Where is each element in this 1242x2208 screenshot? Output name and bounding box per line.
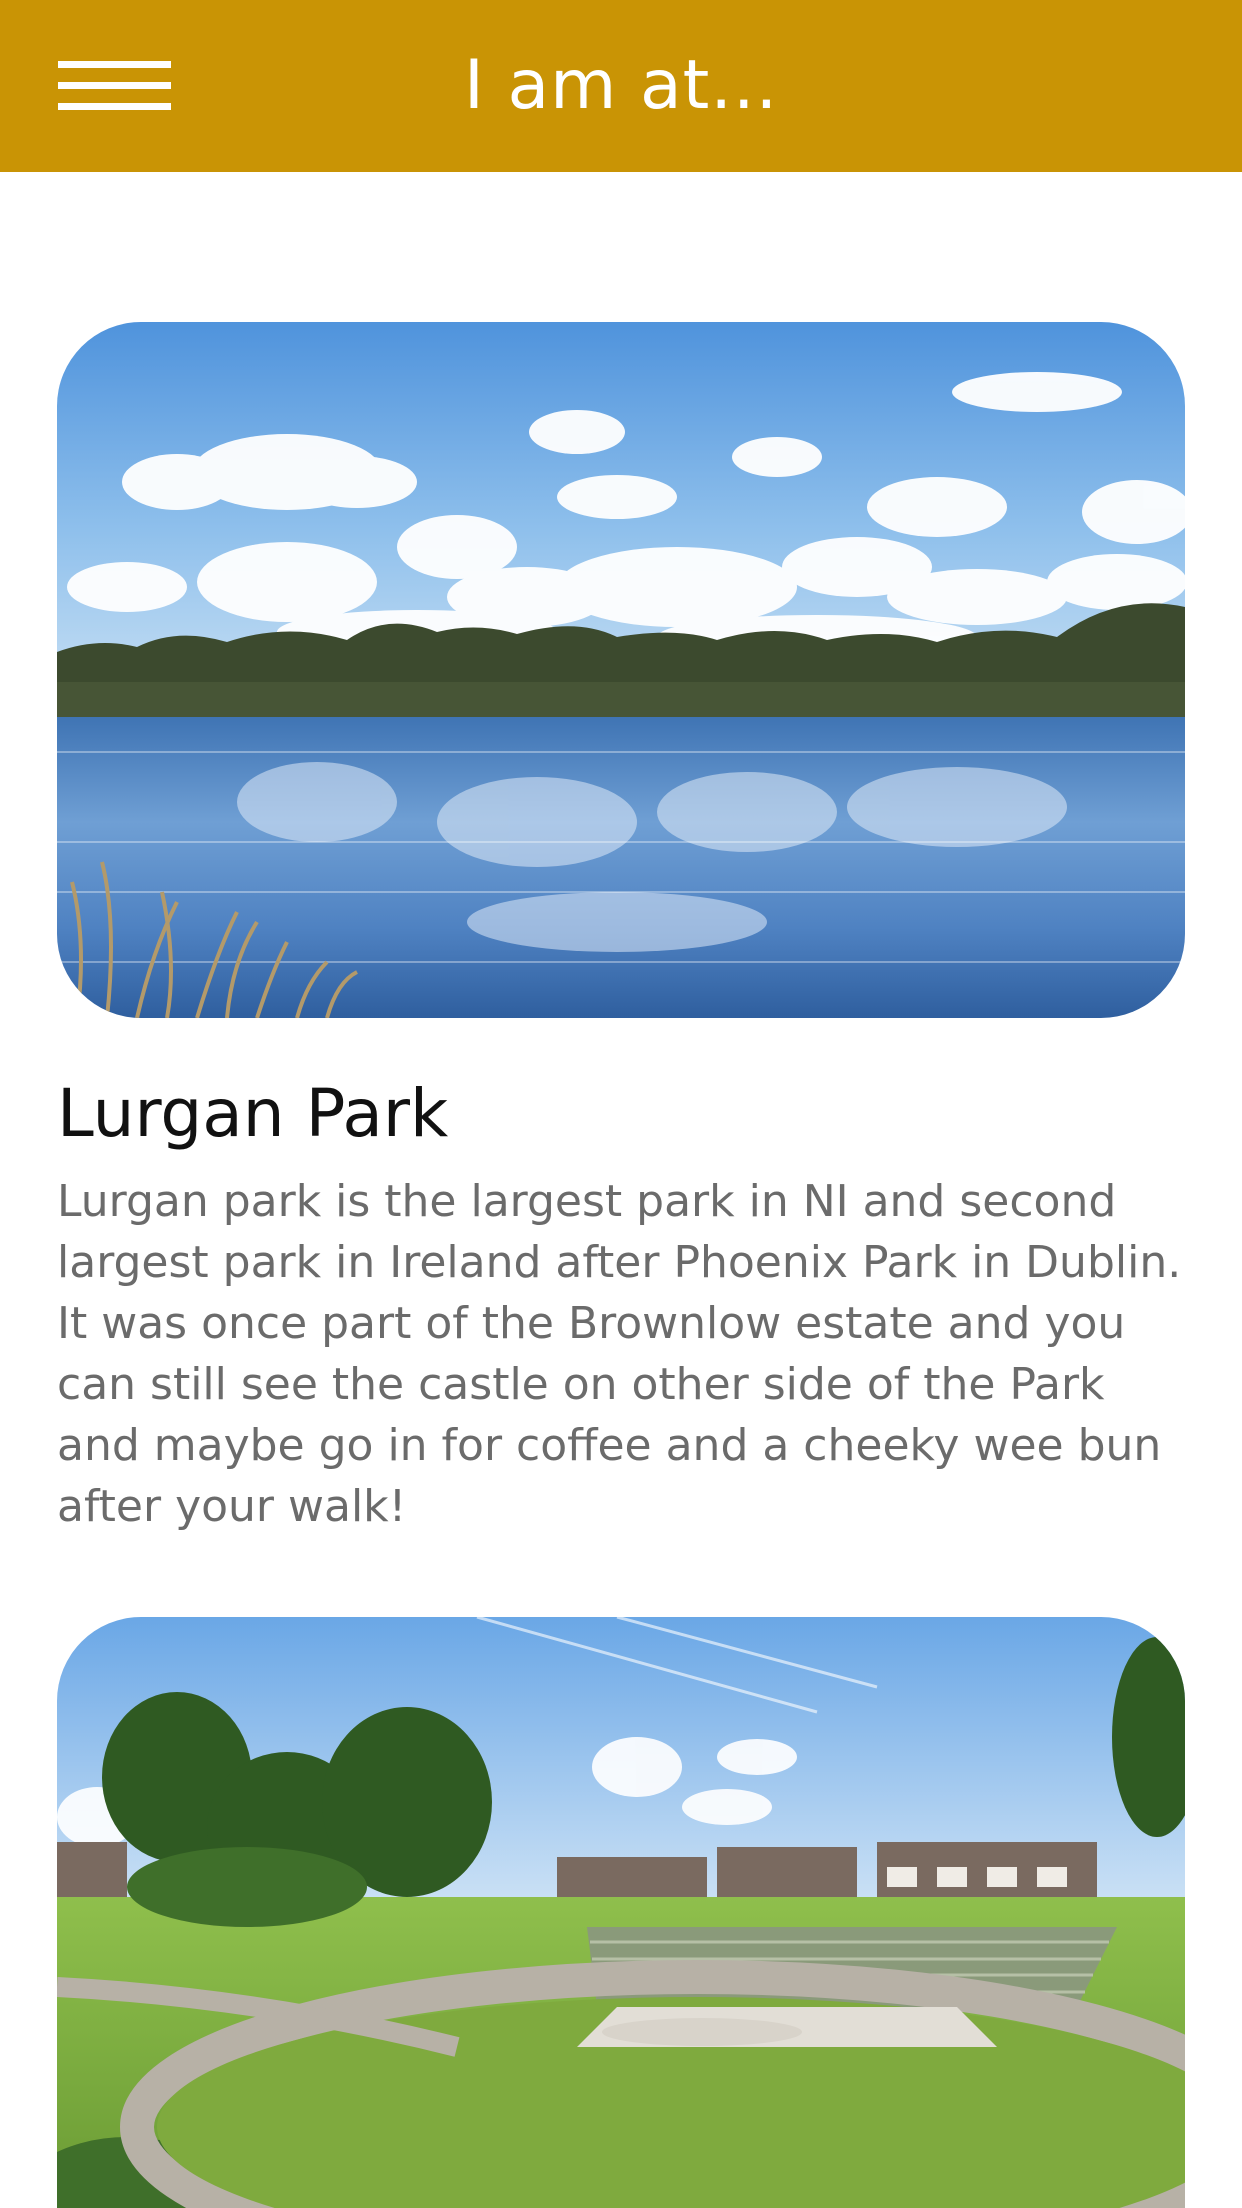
lake-photo [57, 322, 1185, 1018]
park-amphitheatre-photo [57, 1617, 1185, 2208]
top-app-bar: I am at... [0, 0, 1242, 172]
place-card-amphitheatre[interactable] [57, 1617, 1185, 2208]
place-card-lurgan-park[interactable]: Lurgan Park Lurgan park is the largest p… [57, 322, 1185, 1537]
app-screen: I am at... Lurgan Park Lurgan park is th… [0, 0, 1242, 2208]
place-title: Lurgan Park [57, 1075, 449, 1152]
page-title: I am at... [463, 46, 779, 125]
place-description: Lurgan park is the largest park in NI an… [57, 1176, 1182, 1532]
